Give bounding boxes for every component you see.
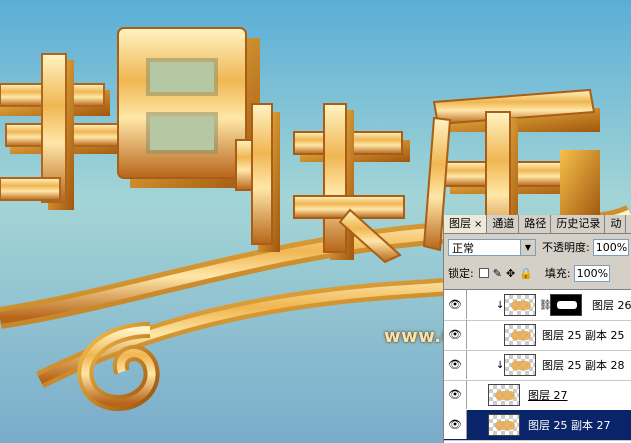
panel-tabs: 图层 × 通道 路径 历史记录 动 [444, 215, 631, 234]
lock-transparent-pixels-icon[interactable] [478, 268, 489, 278]
lock-label: 锁定: [448, 267, 474, 280]
layer-name[interactable]: 图层 25 副本 27 [528, 417, 610, 433]
tab-history-label: 历史记录 [556, 217, 601, 230]
close-icon[interactable]: × [474, 219, 482, 230]
fill-input[interactable]: 100% [573, 264, 610, 282]
tab-layers-label: 图层 [449, 217, 471, 230]
fill-label: 填充: [544, 267, 571, 280]
tab-channels-label: 通道 [492, 217, 515, 230]
layer-row[interactable]: 👁 ↓ 图层 25 副本 28 [444, 350, 631, 381]
eye-icon[interactable]: 👁 [444, 380, 467, 409]
tab-channels[interactable]: 通道 [487, 215, 520, 233]
lock-image-pixels-icon[interactable]: ✎ [493, 267, 502, 280]
eye-icon[interactable]: 👁 [444, 410, 467, 439]
layer-row[interactable]: 👁 ↓ ⛓ 图层 26 [444, 290, 631, 321]
tab-actions-label: 动 [610, 217, 622, 230]
tab-history[interactable]: 历史记录 [551, 215, 606, 233]
layer-row[interactable]: 👁 图层 27 [444, 380, 631, 411]
tab-paths[interactable]: 路径 [519, 215, 552, 233]
layer-name[interactable]: 图层 25 副本 28 [542, 357, 624, 373]
lock-position-icon[interactable]: ✥ [506, 267, 515, 280]
tab-actions[interactable]: 动 [605, 215, 627, 233]
lock-all-icon[interactable]: 🔒 [519, 267, 533, 280]
tab-layers[interactable]: 图层 × [444, 215, 488, 233]
eye-icon[interactable]: 👁 [444, 290, 467, 319]
layer-thumbnail[interactable] [504, 354, 536, 376]
layer-name[interactable]: 图层 26 [592, 297, 631, 313]
layer-row-selected[interactable]: 👁 图层 25 副本 27 [444, 410, 631, 441]
lock-fill-row: 锁定: ✎ ✥ 🔒 填充: 100% [448, 264, 631, 282]
layers-panel: 图层 × 通道 路径 历史记录 动 正常 ▼ 不透明度: 100% 锁定: ✎ ✥… [443, 215, 631, 443]
layers-list: 👁 ↓ ⛓ 图层 26 👁 图层 25 副本 25 👁 ↓ 图层 25 副本 2… [444, 289, 631, 443]
opacity-label: 不透明度: [542, 241, 590, 254]
eye-icon[interactable]: 👁 [444, 320, 467, 349]
layer-thumbnail[interactable] [488, 414, 520, 436]
layer-thumbnail[interactable] [504, 324, 536, 346]
layer-mask-thumbnail[interactable] [550, 294, 582, 316]
blend-mode-select[interactable]: 正常 ▼ [448, 238, 536, 256]
layer-thumbnail[interactable] [504, 294, 536, 316]
layer-name[interactable]: 图层 25 副本 25 [542, 327, 624, 343]
layer-row[interactable]: 👁 图层 25 副本 25 [444, 320, 631, 351]
opacity-input[interactable]: 100% [592, 238, 629, 256]
layer-thumbnail[interactable] [488, 384, 520, 406]
layer-name[interactable]: 图层 27 [528, 387, 568, 403]
blend-mode-value: 正常 [452, 241, 474, 255]
blend-opacity-row: 正常 ▼ 不透明度: 100% [448, 237, 631, 257]
eye-icon[interactable]: 👁 [444, 350, 467, 379]
chevron-down-icon[interactable]: ▼ [520, 239, 535, 255]
tab-paths-label: 路径 [524, 217, 547, 230]
